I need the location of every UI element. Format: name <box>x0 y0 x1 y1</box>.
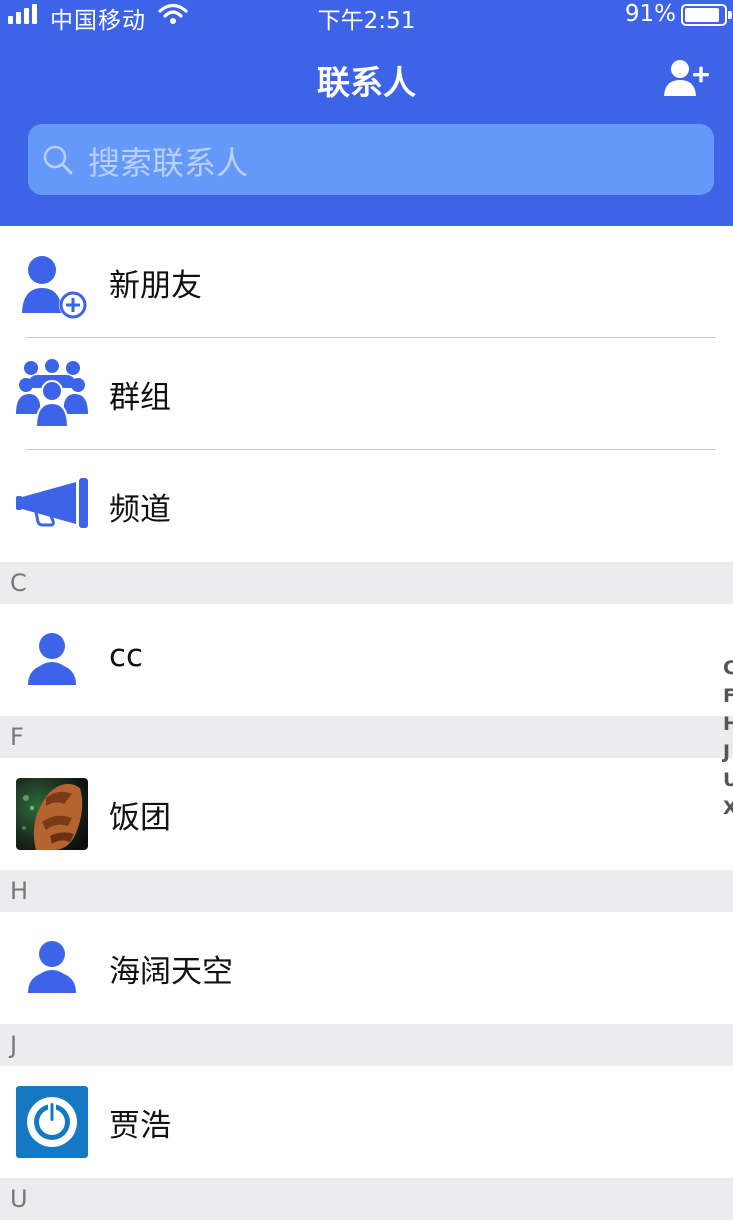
section-header-f: F <box>0 716 733 758</box>
section-letter: U <box>10 1185 28 1213</box>
megaphone-icon <box>16 478 88 528</box>
index-letter-f[interactable]: F <box>723 682 733 710</box>
default-person-avatar <box>28 633 76 685</box>
contact-name: 饭团 <box>109 800 171 836</box>
menu-item-label: 新朋友 <box>109 268 202 304</box>
menu-item-groups[interactable]: 群组 <box>0 338 733 450</box>
index-letter-u[interactable]: U <box>723 766 733 794</box>
battery-fill <box>685 8 720 22</box>
contact-row[interactable]: 海阔天空 <box>0 912 733 1024</box>
menu-item-channels[interactable]: 频道 <box>0 450 733 562</box>
search-placeholder: 搜索联系人 <box>88 144 249 182</box>
status-bar: 中国移动 下午2:51 91% <box>0 0 733 34</box>
section-header-h: H <box>0 870 733 912</box>
search-icon <box>43 145 73 175</box>
menu-item-label: 群组 <box>109 380 171 416</box>
contact-name: 海阔天空 <box>109 954 233 990</box>
contact-row[interactable]: 饭团 <box>0 758 733 870</box>
photo-avatar <box>16 778 88 850</box>
index-letter-j[interactable]: J <box>723 738 733 766</box>
add-contact-icon[interactable] <box>663 58 711 98</box>
contact-row[interactable]: 贾浩 <box>0 1066 733 1178</box>
group-icon <box>16 359 88 428</box>
contact-name: 贾浩 <box>109 1108 171 1144</box>
header: 中国移动 下午2:51 91% 联系人 搜索联系人 <box>0 0 733 226</box>
battery-tip <box>728 11 732 19</box>
battery-percent: 91% <box>624 1 676 27</box>
clock: 下午2:51 <box>317 8 416 34</box>
index-letter-c[interactable]: C <box>723 654 733 682</box>
default-person-avatar <box>28 941 76 993</box>
section-letter: C <box>10 569 27 597</box>
menu-item-label: 频道 <box>109 492 171 528</box>
menu-item-new-friends[interactable]: 新朋友 <box>0 226 733 338</box>
section-header-j: J <box>0 1024 733 1066</box>
page-title: 联系人 <box>317 63 416 102</box>
index-letter-h[interactable]: H <box>723 710 733 738</box>
contact-name: cc <box>109 638 144 674</box>
search-input[interactable]: 搜索联系人 <box>28 124 714 195</box>
section-header-u: U <box>0 1178 733 1220</box>
section-letter: J <box>10 1031 18 1059</box>
section-header-c: C <box>0 562 733 604</box>
index-letter-x[interactable]: X <box>723 794 733 822</box>
section-letter: H <box>10 877 29 905</box>
power-logo-avatar <box>16 1086 88 1158</box>
contact-row[interactable]: cc <box>0 604 733 716</box>
section-index-bar[interactable]: C F H J U X <box>723 654 733 822</box>
new-friend-icon <box>22 256 87 319</box>
battery-icon <box>681 4 727 26</box>
section-letter: F <box>10 723 24 751</box>
